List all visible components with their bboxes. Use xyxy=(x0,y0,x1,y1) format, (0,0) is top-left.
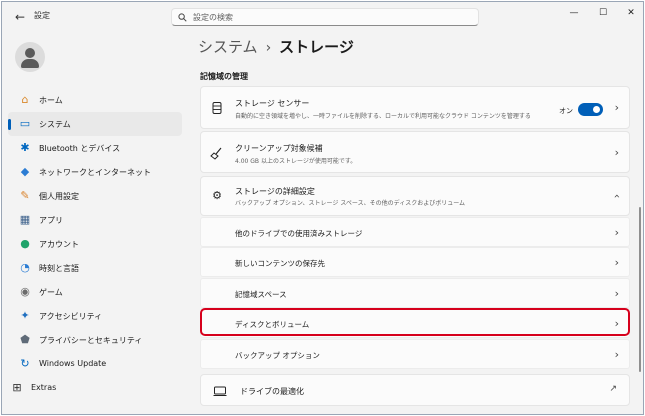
advanced-item-backup-options[interactable]: バックアップ オプション › xyxy=(200,339,630,369)
close-button[interactable]: ✕ xyxy=(618,5,643,21)
optimize-drives-card[interactable]: ドライブの最適化 ↗ xyxy=(200,374,630,406)
sidebar-item-network[interactable]: ◆ ネットワークとインターネット xyxy=(8,160,182,184)
chevron-right-icon: › xyxy=(614,287,619,300)
arrow-left-icon: ← xyxy=(14,10,26,24)
advanced-item-storage-spaces[interactable]: 記憶域スペース › xyxy=(200,278,630,308)
system-icon: ▭ xyxy=(19,117,31,130)
card-title: クリーンアップ対象候補 xyxy=(235,144,323,153)
card-description: 4.00 GB 以上のストレージが使用可能です。 xyxy=(235,158,357,165)
shield-icon: ⬟ xyxy=(20,333,30,346)
accessibility-icon: ✦ xyxy=(20,309,30,322)
chevron-right-icon: › xyxy=(614,317,619,330)
maximize-button[interactable]: ☐ xyxy=(590,5,616,21)
breadcrumb-parent[interactable]: システム xyxy=(198,38,258,56)
chevron-right-icon: › xyxy=(614,348,619,361)
sidebar-item-home[interactable]: ⌂ ホーム xyxy=(8,88,182,112)
sidebar-item-label: アカウント xyxy=(39,240,79,249)
advanced-item-save-location[interactable]: 新しいコンテンツの保存先 › xyxy=(200,247,630,277)
advanced-item-label: ディスクとボリューム xyxy=(235,320,310,329)
gaming-icon: ◉ xyxy=(20,285,30,298)
sidebar-item-label: ゲーム xyxy=(39,288,63,297)
extras-icon: ⊞ xyxy=(12,381,22,394)
minimize-button[interactable]: — xyxy=(561,5,587,21)
sidebar-item-label: Bluetooth とデバイス xyxy=(39,144,121,153)
advanced-storage-settings-card[interactable]: ⚙ ストレージの詳細設定 バックアップ オプション、ストレージ スペース、その他… xyxy=(200,176,630,216)
section-title: 記憶域の管理 xyxy=(200,72,248,81)
card-title: ドライブの最適化 xyxy=(240,387,304,396)
breadcrumb-separator: › xyxy=(265,40,272,56)
sidebar-item-extras[interactable]: ⊞ Extras xyxy=(8,376,182,400)
avatar[interactable] xyxy=(15,42,45,72)
advanced-item-label: バックアップ オプション xyxy=(235,351,320,360)
sidebar-item-accessibility[interactable]: ✦ アクセシビリティ xyxy=(8,304,182,328)
sidebar-item-accounts[interactable]: ● アカウント xyxy=(8,232,182,256)
sidebar-item-personalization[interactable]: ✎ 個人用設定 xyxy=(8,184,182,208)
sidebar-item-bluetooth[interactable]: ✱ Bluetooth とデバイス xyxy=(8,136,182,160)
sidebar-item-label: システム xyxy=(39,120,71,129)
page-title: ストレージ xyxy=(279,38,354,56)
sidebar-item-label: 個人用設定 xyxy=(39,192,79,201)
chevron-right-icon: › xyxy=(614,226,619,239)
title-bar: ← 設定 — ☐ ✕ xyxy=(2,2,643,32)
storage-sense-toggle[interactable] xyxy=(578,103,603,116)
selection-indicator xyxy=(8,119,11,130)
gear-icon: ⚙ xyxy=(212,189,222,202)
chevron-right-icon: › xyxy=(614,146,619,159)
external-link-icon: ↗ xyxy=(609,384,617,394)
advanced-item-other-drives[interactable]: 他のドライブでの使用済みストレージ › xyxy=(200,217,630,247)
time-language-icon: ◔ xyxy=(20,261,30,274)
sidebar-item-gaming[interactable]: ◉ ゲーム xyxy=(8,280,182,304)
toggle-label: オン xyxy=(559,107,573,115)
sidebar-item-label: アクセシビリティ xyxy=(39,312,103,321)
card-title: ストレージの詳細設定 xyxy=(235,187,315,196)
card-description: バックアップ オプション、ストレージ スペース、その他のディスクおよびボリューム xyxy=(235,200,466,207)
sidebar-item-privacy[interactable]: ⬟ プライバシーとセキュリティ xyxy=(8,328,182,352)
cleanup-recommendations-card[interactable]: クリーンアップ対象候補 4.00 GB 以上のストレージが使用可能です。 › xyxy=(200,131,630,173)
chevron-up-icon: › xyxy=(609,193,623,199)
network-icon: ◆ xyxy=(20,165,30,178)
sidebar-item-label: ネットワークとインターネット xyxy=(39,168,151,177)
bluetooth-icon: ✱ xyxy=(20,141,30,154)
advanced-item-label: 新しいコンテンツの保存先 xyxy=(235,259,325,268)
card-description: 自動的に空き領域を増やし、一時ファイルを削除する、ローカルで利用可能なクラウド … xyxy=(235,113,531,120)
sidebar-item-windows-update[interactable]: ↻ Windows Update xyxy=(8,352,182,376)
scrollbar[interactable] xyxy=(639,207,641,372)
sidebar-item-label: Windows Update xyxy=(39,359,107,368)
apps-icon: ▦ xyxy=(19,213,31,226)
search-input[interactable] xyxy=(193,10,463,24)
advanced-item-disks-volumes[interactable]: ディスクとボリューム › xyxy=(200,308,630,338)
storage-sense-card[interactable]: ストレージ センサー 自動的に空き領域を増やし、一時ファイルを削除する、ローカル… xyxy=(200,86,630,129)
windows-update-icon: ↻ xyxy=(20,357,30,370)
card-title: ストレージ センサー xyxy=(235,99,310,108)
app-title: 設定 xyxy=(34,11,50,20)
settings-window: ← 設定 — ☐ ✕ ⌂ ホーム ▭ システム ✱ Bluetooth とデバイ… xyxy=(1,1,644,415)
sidebar-item-label: Extras xyxy=(31,383,57,392)
sidebar-item-apps[interactable]: ▦ アプリ xyxy=(8,208,182,232)
chevron-right-icon: › xyxy=(614,101,619,114)
sidebar-item-system[interactable]: ▭ システム xyxy=(8,112,182,136)
advanced-item-label: 記憶域スペース xyxy=(235,290,287,299)
home-icon: ⌂ xyxy=(21,93,29,106)
sidebar-item-label: プライバシーとセキュリティ xyxy=(39,336,143,345)
brush-icon: ✎ xyxy=(20,189,30,202)
broom-icon xyxy=(210,147,222,160)
drive-icon xyxy=(213,386,227,396)
search-icon xyxy=(178,13,187,22)
storage-icon xyxy=(212,102,222,114)
sidebar-item-time-language[interactable]: ◔ 時刻と言語 xyxy=(8,256,182,280)
back-button[interactable]: ← xyxy=(10,7,30,27)
chevron-right-icon: › xyxy=(614,256,619,269)
search-box[interactable] xyxy=(171,8,479,26)
sidebar-item-label: 時刻と言語 xyxy=(39,264,79,273)
breadcrumb: システム › ストレージ xyxy=(198,36,354,57)
sidebar-item-label: アプリ xyxy=(39,216,63,225)
account-icon: ● xyxy=(20,237,30,250)
advanced-item-label: 他のドライブでの使用済みストレージ xyxy=(235,229,363,238)
sidebar-nav: ⌂ ホーム ▭ システム ✱ Bluetooth とデバイス ◆ ネットワークと… xyxy=(8,88,182,400)
sidebar-item-label: ホーム xyxy=(39,96,63,105)
